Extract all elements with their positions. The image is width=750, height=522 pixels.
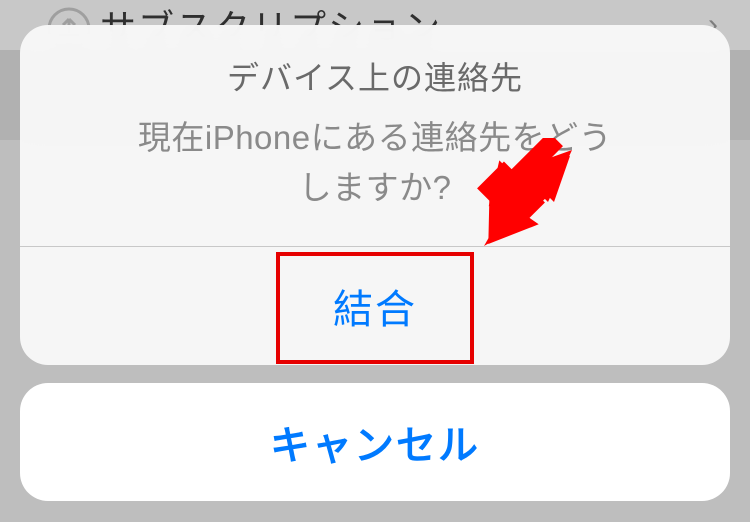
action-sheet-group: デバイス上の連絡先 現在iPhoneにある連絡先をどう しますか? 結合 [20,25,730,365]
merge-button-label: 結合 [333,288,417,332]
cancel-button-label: キャンセル [270,424,480,468]
action-sheet: デバイス上の連絡先 現在iPhoneにある連絡先をどう しますか? 結合 キャン… [20,25,730,501]
action-sheet-message: 現在iPhoneにある連絡先をどう しますか? [50,113,700,212]
action-sheet-title: デバイス上の連絡先 [50,53,700,99]
merge-button[interactable]: 結合 [20,247,730,365]
cancel-button[interactable]: キャンセル [20,383,730,501]
action-sheet-header: デバイス上の連絡先 現在iPhoneにある連絡先をどう しますか? [20,25,730,246]
cancel-group: キャンセル [20,383,730,501]
